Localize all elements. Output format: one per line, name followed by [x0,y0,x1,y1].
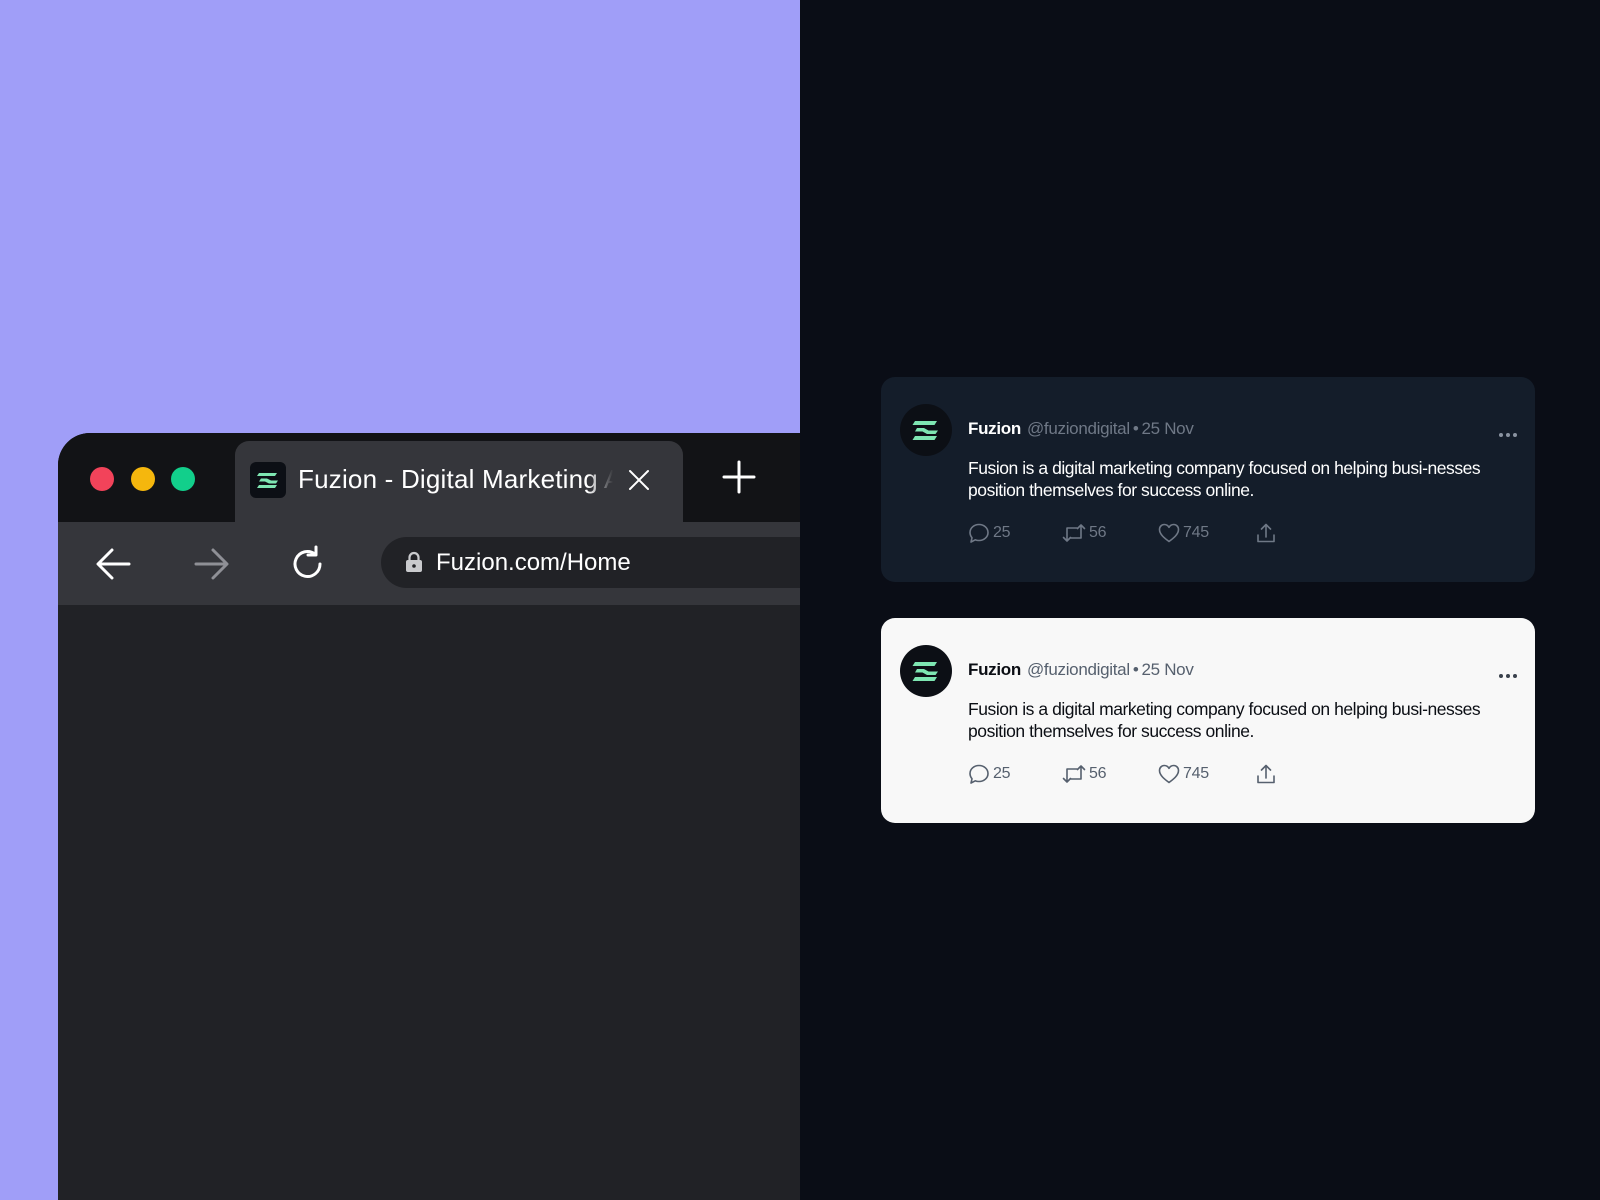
maximize-window-button[interactable] [171,467,195,491]
tweet-date: 25 Nov [1141,419,1194,438]
more-options-icon[interactable] [1498,425,1518,443]
browser-tab[interactable]: Fuzion - Digital Marketing Agency [235,441,683,522]
reply-icon [969,523,989,543]
retweet-button[interactable]: 56 [1062,762,1107,786]
tab-title: Fuzion - Digital Marketing Agency [298,464,613,494]
left-background: Fuzion - Digital Marketing Agency [0,0,800,1200]
tweet-card-dark[interactable]: Fuzion @fuziondigital • 25 Nov Fusion is a … [881,377,1535,582]
url-text: Fuzion.com/Home [436,549,631,576]
tweet-header: Fuzion @fuziondigital • 25 Nov [968,660,1194,680]
reply-count: 25 [993,524,1011,541]
reply-button[interactable]: 25 [968,762,1011,786]
close-window-button[interactable] [90,467,114,491]
heart-icon [1158,764,1180,784]
arrow-right-icon[interactable] [189,542,233,586]
tweet-text: Fusion is a digital marketing company fo… [968,458,1481,500]
author-name[interactable]: Fuzion [968,419,1021,438]
tweet-date: 25 Nov [1141,660,1194,679]
address-bar[interactable]: Fuzion.com/Home [381,537,800,588]
page-content [58,605,800,1200]
reply-count: 25 [993,765,1011,782]
avatar[interactable] [900,645,952,697]
close-icon[interactable] [625,466,653,494]
retweet-count: 56 [1089,524,1107,541]
browser-navbar: Fuzion.com/Home [58,522,800,605]
retweet-button[interactable]: 56 [1062,521,1107,545]
minimize-window-button[interactable] [131,467,155,491]
plus-icon[interactable] [719,457,759,497]
like-button[interactable]: 745 [1158,521,1209,545]
like-count: 745 [1183,524,1209,541]
heart-icon [1158,523,1180,543]
separator-dot: • [1132,419,1139,438]
like-button[interactable]: 745 [1158,762,1209,786]
share-icon[interactable] [1255,521,1277,545]
share-icon[interactable] [1255,762,1277,786]
tweet-actions: 25 56 745 [968,762,1298,786]
arrow-left-icon[interactable] [92,542,136,586]
retweet-icon [1062,524,1086,542]
lock-icon [405,551,423,578]
separator-dot: • [1132,660,1139,679]
like-count: 745 [1183,765,1209,782]
browser-titlebar: Fuzion - Digital Marketing Agency [58,433,800,522]
browser-window: Fuzion - Digital Marketing Agency [58,433,800,1200]
tweet-header: Fuzion @fuziondigital • 25 Nov [968,419,1194,439]
tweet-text: Fusion is a digital marketing company fo… [968,699,1481,741]
fuzion-logo-icon [250,462,286,498]
reply-icon [969,764,989,784]
reply-button[interactable]: 25 [968,521,1011,545]
reload-icon[interactable] [286,542,330,586]
tweet-actions: 25 56 745 [968,521,1298,545]
right-background [800,0,1600,1200]
more-options-icon[interactable] [1498,666,1518,684]
tweet-card-light[interactable]: Fuzion @fuziondigital • 25 Nov Fusion is a … [881,618,1535,823]
avatar[interactable] [900,404,952,456]
retweet-icon [1062,765,1086,783]
retweet-count: 56 [1089,765,1107,782]
author-name[interactable]: Fuzion [968,660,1021,679]
author-handle[interactable]: @fuziondigital [1027,660,1130,679]
author-handle[interactable]: @fuziondigital [1027,419,1130,438]
